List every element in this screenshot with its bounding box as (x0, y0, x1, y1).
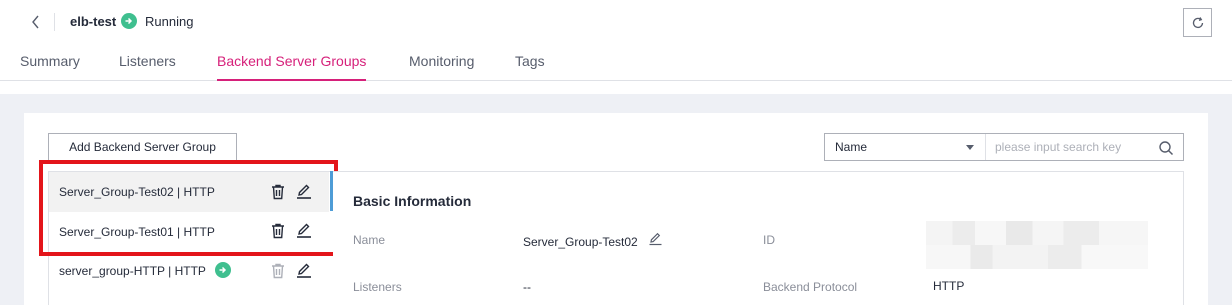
edit-pencil-icon[interactable] (295, 221, 313, 239)
backend-protocol-label: Backend Protocol (763, 280, 858, 294)
add-backend-server-group-button[interactable]: Add Backend Server Group (48, 133, 237, 161)
trash-icon[interactable] (269, 183, 287, 201)
refresh-icon (1192, 16, 1203, 28)
divider (54, 13, 55, 31)
chevron-left-icon[interactable] (28, 13, 44, 31)
tab-tags[interactable]: Tags (515, 53, 545, 81)
name-label: Name (353, 233, 386, 247)
server-group-label: Server_Group-Test01 | HTTP (59, 225, 215, 239)
search-icon[interactable] (1158, 140, 1174, 156)
search-box: Name (824, 133, 1184, 161)
name-value: Server_Group-Test02 (523, 235, 638, 249)
caret-down-icon (966, 145, 974, 150)
edit-pencil-icon[interactable] (295, 261, 313, 279)
tab-bar: Summary Listeners Backend Server Groups … (0, 48, 1232, 81)
search-field-select[interactable]: Name (825, 134, 986, 160)
search-input[interactable] (987, 134, 1155, 160)
backend-protocol-value: HTTP (933, 279, 965, 293)
top-bar: elb-test Running Summary Listeners Backe… (0, 0, 1232, 94)
status-text: Running (145, 14, 194, 29)
id-value-redacted (926, 221, 1148, 269)
server-group-item[interactable]: Server_Group-Test01 | HTTP (49, 212, 329, 252)
refresh-button[interactable] (1183, 8, 1212, 37)
listeners-value: -- (523, 280, 531, 294)
edit-pencil-icon[interactable] (648, 231, 663, 246)
server-group-label: Server_Group-Test02 | HTTP (59, 185, 215, 199)
server-group-label: server_group-HTTP | HTTP (59, 264, 206, 278)
search-field-value: Name (835, 140, 868, 154)
id-label: ID (763, 233, 775, 247)
trash-icon[interactable] (269, 222, 287, 240)
server-group-item[interactable]: server_group-HTTP | HTTP (49, 252, 329, 292)
section-title: Basic Information (353, 193, 472, 209)
tab-monitoring[interactable]: Monitoring (409, 53, 474, 81)
tab-summary[interactable]: Summary (20, 53, 80, 81)
check-circle-icon (121, 13, 137, 29)
server-group-item[interactable]: Server_Group-Test02 | HTTP (49, 172, 329, 212)
edit-pencil-icon[interactable] (295, 182, 313, 200)
listeners-label: Listeners (353, 280, 402, 294)
arrow-circle-icon (215, 262, 231, 278)
elb-name: elb-test (70, 14, 117, 29)
trash-icon[interactable] (269, 262, 287, 280)
tab-backend-server-groups[interactable]: Backend Server Groups (217, 53, 367, 81)
tab-listeners[interactable]: Listeners (119, 53, 176, 81)
